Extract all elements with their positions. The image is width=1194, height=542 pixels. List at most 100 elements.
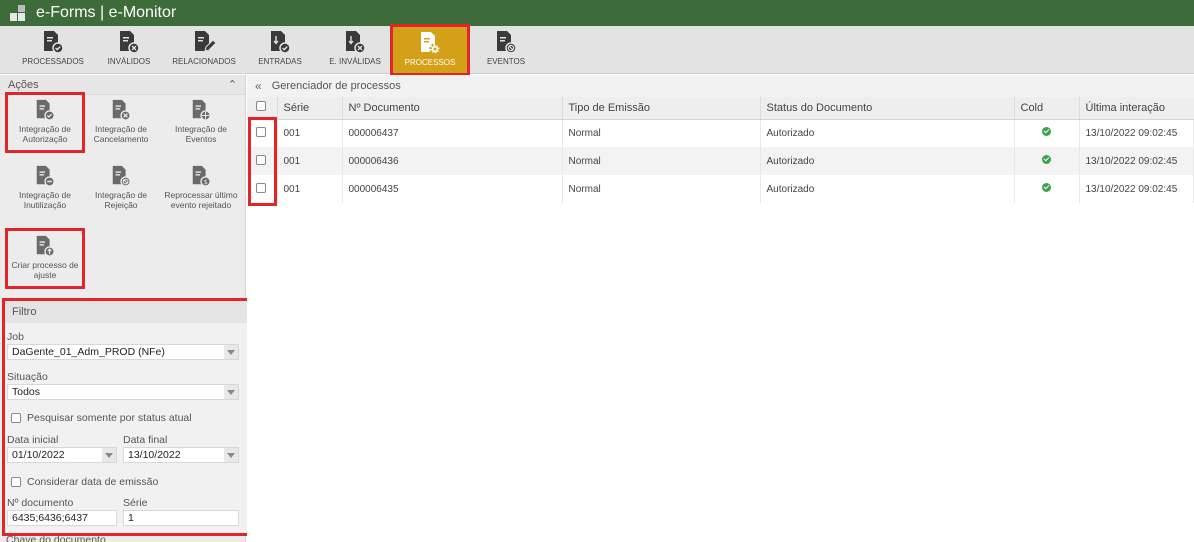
check-circle-icon [1041,183,1051,192]
action-integracao-autorizacao[interactable]: Integração de Autorização [5,92,85,153]
chave-label: Chave do documento [6,535,106,542]
filter-panel: Filtro Job DaGente_01_Adm_PROD (NFe) Sit… [2,298,250,536]
tool-label: ENTRADAS [258,57,302,66]
data-inicial-label: Data inicial [7,434,59,446]
select-all-header[interactable] [247,97,278,120]
cell-ultima: 13/10/2022 09:02:45 [1079,119,1194,147]
action-integracao-cancelamento[interactable]: Integração de Cancelamento [84,99,158,144]
collapse-up-icon[interactable]: ⌃ [228,78,237,91]
data-inicial-field[interactable]: 01/10/2022 [7,447,117,463]
serie-input[interactable]: 1 [123,510,239,526]
col-cold[interactable]: Cold [1014,97,1080,120]
action-label: Reprocessar último evento rejeitado [164,190,238,210]
ndoc-value: 6435;6436;6437 [12,512,88,524]
cell-cold [1014,147,1080,175]
chevron-down-icon[interactable] [224,448,238,462]
row-checkbox-highlight [248,117,277,206]
cell-status: Autorizado [760,175,1015,203]
action-integracao-eventos[interactable]: Integração de Eventos [164,99,238,144]
document-down-check-icon [271,31,291,54]
ndoc-input[interactable]: 6435;6436;6437 [7,510,117,526]
job-label: Job [7,331,24,343]
title-bar: e-Forms | e-Monitor [0,0,1194,26]
action-criar-processo-ajuste[interactable]: Criar processo de ajuste [5,228,85,289]
tool-processados[interactable]: PROCESSADOS [18,26,88,74]
select-all-checkbox[interactable] [256,101,266,112]
status-atual-checkbox[interactable] [11,413,21,423]
document-ban-icon [497,31,517,54]
tool-label: EVENTOS [486,57,526,66]
serie-value: 1 [128,512,134,524]
app-logo-icon [10,5,28,21]
situacao-select-value: Todos [12,386,41,398]
cell-serie: 001 [277,147,343,175]
tool-label: INVÁLIDOS [107,57,151,66]
cell-ultima: 13/10/2022 09:02:45 [1079,147,1194,175]
document-check-icon [44,31,64,54]
chevron-down-icon[interactable] [224,345,238,359]
document-grid-icon [192,99,211,121]
document-upload-icon [36,235,55,257]
table-row[interactable]: 001 000006436 Normal Autorizado 13/10/20… [247,147,1194,175]
data-final-field[interactable]: 13/10/2022 [123,447,239,463]
action-integracao-rejeicao[interactable]: Integração de Rejeição [84,165,158,210]
action-label: Integração de Cancelamento [93,124,149,144]
serie-label: Série [123,497,148,509]
breadcrumb: « Gerenciador de processos [247,75,1194,97]
chevron-down-icon[interactable] [224,385,238,399]
actions-header: Ações ⌃ [0,75,245,95]
col-ultima-interacao[interactable]: Última interação [1079,97,1194,120]
document-refresh-icon: $ [192,165,211,187]
action-reprocessar-evento[interactable]: $ Reprocessar último evento rejeitado [160,165,242,210]
action-label: Integração de Autorização [19,124,71,144]
cell-tipo: Normal [562,175,761,203]
job-select[interactable]: DaGente_01_Adm_PROD (NFe) [7,344,239,360]
tool-relacionados[interactable]: RELACIONADOS [168,26,240,74]
tool-entradas[interactable]: ENTRADAS [252,26,308,74]
data-final-label: Data final [123,434,168,446]
status-atual-label: Pesquisar somente por status atual [27,412,192,424]
table-row[interactable]: 001 000006435 Normal Autorizado 13/10/20… [247,175,1194,203]
considerar-label: Considerar data de emissão [27,476,159,488]
action-integracao-inutilizacao[interactable]: Integração de Inutilização [8,165,82,210]
document-ban-icon [112,165,131,187]
tool-processos[interactable]: PROCESSOS [390,24,470,76]
tool-eventos[interactable]: EVENTOS [480,26,532,74]
cell-status: Autorizado [760,119,1015,147]
situacao-select[interactable]: Todos [7,384,239,400]
tool-label: PROCESSOS [404,58,456,67]
processes-table: Série Nº Documento Tipo de Emissão Statu… [247,97,1194,203]
cell-cold [1014,119,1080,147]
app-title: e-Forms | e-Monitor [36,4,177,21]
col-documento[interactable]: Nº Documento [342,97,563,120]
col-tipo-emissao[interactable]: Tipo de Emissão [562,97,761,120]
document-check-icon [36,99,55,121]
cell-serie: 001 [277,175,343,203]
considerar-row[interactable]: Considerar data de emissão [11,476,158,488]
col-serie[interactable]: Série [277,97,343,120]
data-final-value: 13/10/2022 [128,449,181,461]
document-down-x-icon [346,31,366,54]
considerar-checkbox[interactable] [11,477,21,487]
cell-cold [1014,175,1080,203]
actions-title: Ações [8,78,39,91]
filter-title: Filtro [5,301,247,323]
tool-invalidos[interactable]: INVÁLIDOS [98,26,160,74]
main-panel: « Gerenciador de processos Série Nº Docu… [247,75,1194,542]
table-row[interactable]: 001 000006437 Normal Autorizado 13/10/20… [247,119,1194,147]
document-x-icon [112,99,131,121]
chevron-down-icon[interactable] [102,448,116,462]
ndoc-label: Nº documento [7,497,74,509]
action-label: Integração de Inutilização [19,190,71,210]
job-select-value: DaGente_01_Adm_PROD (NFe) [12,346,165,358]
cell-status: Autorizado [760,147,1015,175]
double-chevron-left-icon[interactable]: « [255,79,262,93]
tool-e-invalidas[interactable]: E. INVÁLIDAS [324,26,386,74]
document-x-icon [120,31,140,54]
tool-label: E. INVÁLIDAS [329,57,381,66]
status-atual-row[interactable]: Pesquisar somente por status atual [11,412,192,424]
table-header-row: Série Nº Documento Tipo de Emissão Statu… [247,97,1194,120]
check-circle-icon [1041,155,1051,164]
cell-ultima: 13/10/2022 09:02:45 [1079,175,1194,203]
col-status[interactable]: Status do Documento [760,97,1015,120]
